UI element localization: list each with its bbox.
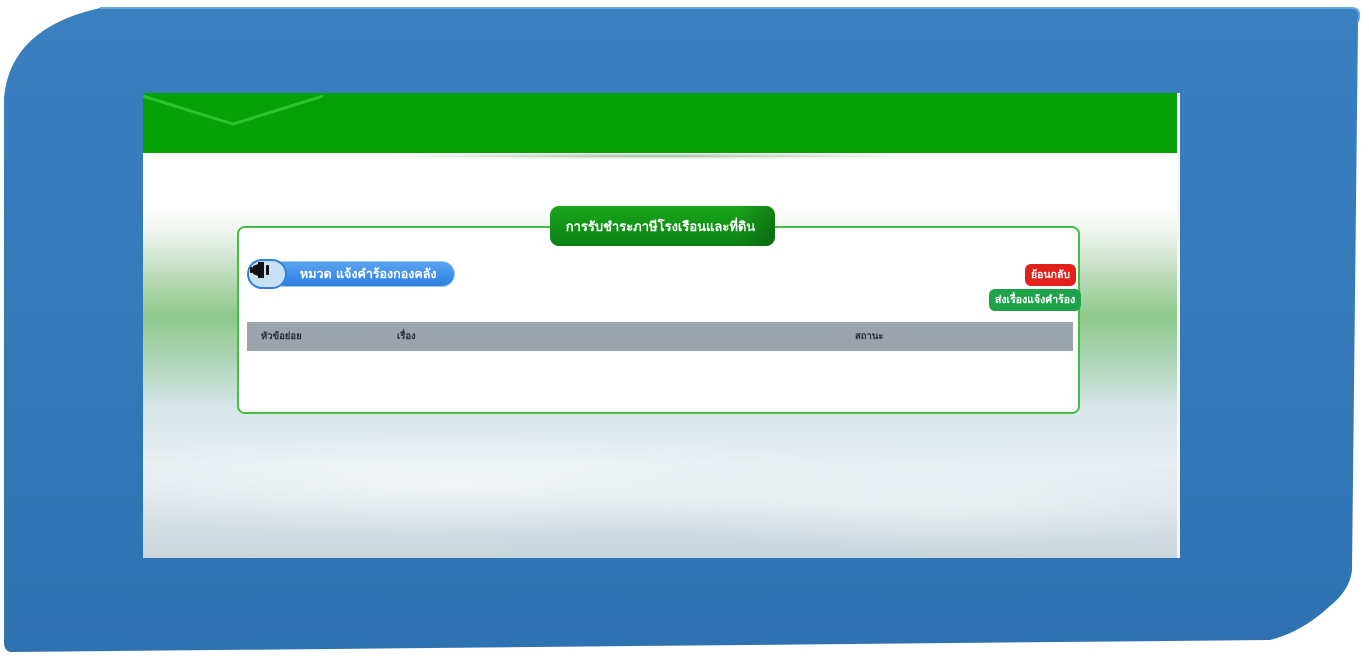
column-header-subject[interactable]: เรื่อง bbox=[397, 322, 416, 351]
page-title: การรับชำระภาษีโรงเรือนและที่ดิน bbox=[550, 206, 775, 246]
back-button[interactable]: ย้อนกลับ bbox=[1025, 264, 1077, 286]
table-header: หัวข้อย่อย เรื่อง สถานะ bbox=[247, 322, 1073, 351]
category-label: หมวด แจ้งคำร้องกองคลัง bbox=[271, 261, 455, 287]
main-panel bbox=[237, 226, 1080, 414]
banner-shadow bbox=[373, 153, 933, 159]
content-viewport: การรับชำระภาษีโรงเรือนและที่ดิน หมวด แจ้… bbox=[143, 93, 1180, 558]
megaphone-icon bbox=[247, 259, 287, 289]
column-header-status[interactable]: สถานะ bbox=[855, 322, 883, 351]
app-frame: การรับชำระภาษีโรงเรือนและที่ดิน หมวด แจ้… bbox=[0, 0, 1369, 667]
send-request-button[interactable]: ส่งเรื่องแจ้งคำร้อง bbox=[989, 289, 1082, 311]
scrollbar-edge bbox=[1177, 93, 1180, 558]
banner-chevron-icon bbox=[143, 94, 323, 126]
column-header-subtopic[interactable]: หัวข้อย่อย bbox=[261, 322, 302, 351]
